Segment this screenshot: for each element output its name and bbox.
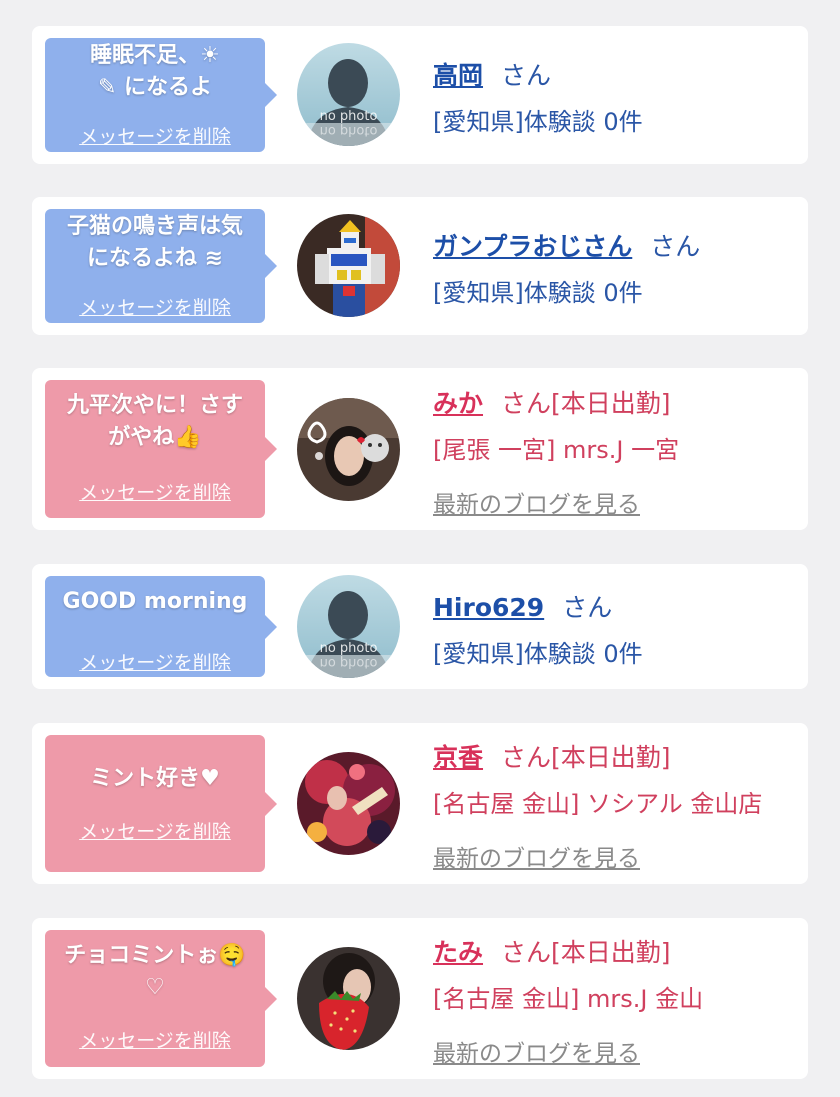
bubble-text-line2: ✎ になるよ <box>97 75 213 100</box>
delete-message-link[interactable]: メッセージを削除 <box>45 1026 265 1053</box>
no-photo-reflection: no photo <box>319 123 378 138</box>
sender-name-link[interactable]: たみ <box>433 938 483 967</box>
message-bubble: 睡眠不足、☀ ✎ になるよ メッセージを削除 <box>45 38 277 152</box>
no-photo-label: no photo <box>319 641 378 656</box>
strawberry-photo-icon <box>297 947 400 1050</box>
sender-detail: [愛知県]体験談 0件 <box>433 108 643 136</box>
message-card: チョコミントぉ🤤 ♡ メッセージを削除 たみ さん[本日出勤] [名古屋 金山] … <box>32 918 808 1079</box>
delete-message-link[interactable]: メッセージを削除 <box>45 648 265 675</box>
avatar[interactable] <box>297 752 400 855</box>
message-card: 睡眠不足、☀ ✎ になるよ メッセージを削除 no photo no photo… <box>32 26 808 164</box>
sender-suffix: さん[本日出勤] <box>501 389 671 418</box>
no-photo-reflection: no photo <box>319 655 378 670</box>
no-photo-label: no photo <box>319 109 378 124</box>
message-card: 九平次やに！さす がやね👍 メッセージを削除 みか さん[本日出勤] [尾張 一宮… <box>32 368 808 530</box>
message-card: ミント好き♥ メッセージを削除 京香 さん[本日出勤] [名古屋 金山] ソシアル… <box>32 723 808 884</box>
latest-blog-link[interactable]: 最新のブログを見る <box>433 1034 640 1068</box>
sender-detail: [愛知県]体験談 0件 <box>433 640 643 668</box>
sender-name-link[interactable]: みか <box>433 389 483 418</box>
bubble-text-line2: になるよね ≋ <box>86 246 224 271</box>
sender-suffix: さん[本日出勤] <box>501 743 671 772</box>
message-bubble: チョコミントぉ🤤 ♡ メッセージを削除 <box>45 930 277 1067</box>
sender-line: みか さん[本日出勤] <box>433 384 671 420</box>
message-card: 子猫の鳴き声は気 になるよね ≋ メッセージを削除 ガンプラおじさん さん [愛知… <box>32 197 808 335</box>
sender-name-link[interactable]: 京香 <box>433 743 483 772</box>
bubble-text-line1: ミント好き♥ <box>90 766 220 791</box>
robot-photo-icon <box>297 214 400 317</box>
sender-detail: [尾張 一宮] mrs.J 一宮 <box>433 436 680 464</box>
avatar[interactable]: no photo no photo <box>297 575 400 678</box>
bubble-text-line2: がやね👍 <box>108 425 202 450</box>
message-bubble: 子猫の鳴き声は気 になるよね ≋ メッセージを削除 <box>45 209 277 323</box>
sender-name-link[interactable]: Hiro629 <box>433 593 544 622</box>
latest-blog-link[interactable]: 最新のブログを見る <box>433 485 640 519</box>
sender-line: ガンプラおじさん さん <box>433 227 700 263</box>
sender-detail: [愛知県]体験談 0件 <box>433 279 643 307</box>
bubble-text-line1: 睡眠不足、☀ <box>90 43 220 68</box>
sender-suffix: さん <box>501 61 552 90</box>
latest-blog-link[interactable]: 最新のブログを見る <box>433 839 640 873</box>
avatar[interactable]: no photo no photo <box>297 43 400 146</box>
sender-name-link[interactable]: 高岡 <box>433 61 483 90</box>
avatar[interactable] <box>297 398 400 501</box>
sender-line: 京香 さん[本日出勤] <box>433 738 671 774</box>
sender-line: Hiro629 さん <box>433 588 612 624</box>
message-card: GOOD morning メッセージを削除 no photo no photo … <box>32 564 808 689</box>
delete-message-link[interactable]: メッセージを削除 <box>45 478 265 505</box>
delete-message-link[interactable]: メッセージを削除 <box>45 817 265 844</box>
sender-suffix: さん[本日出勤] <box>501 938 671 967</box>
sender-detail: [名古屋 金山] ソシアル 金山店 <box>433 790 763 818</box>
sender-suffix: さん <box>562 593 613 622</box>
bubble-text-line1: 九平次やに！さす <box>66 393 243 418</box>
sender-detail: [名古屋 金山] mrs.J 金山 <box>433 985 704 1013</box>
delete-message-link[interactable]: メッセージを削除 <box>45 293 265 320</box>
sender-suffix: さん <box>650 232 701 261</box>
selfie-photo-icon <box>297 398 400 501</box>
sender-line: たみ さん[本日出勤] <box>433 933 671 969</box>
message-bubble: ミント好き♥ メッセージを削除 <box>45 735 277 872</box>
bubble-text-line2: ♡ <box>145 975 165 1000</box>
message-bubble: 九平次やに！さす がやね👍 メッセージを削除 <box>45 380 277 518</box>
sender-name-link[interactable]: ガンプラおじさん <box>433 232 632 261</box>
bubble-text-line1: 子猫の鳴き声は気 <box>66 214 243 239</box>
message-bubble: GOOD morning メッセージを削除 <box>45 576 277 677</box>
avatar[interactable] <box>297 947 400 1050</box>
bubble-text-line1: チョコミントぉ🤤 <box>64 943 246 968</box>
delete-message-link[interactable]: メッセージを削除 <box>45 122 265 149</box>
avatar[interactable] <box>297 214 400 317</box>
sender-line: 高岡 さん <box>433 56 551 92</box>
kimono-photo-icon <box>297 752 400 855</box>
bubble-text-line1: GOOD morning <box>62 589 248 614</box>
